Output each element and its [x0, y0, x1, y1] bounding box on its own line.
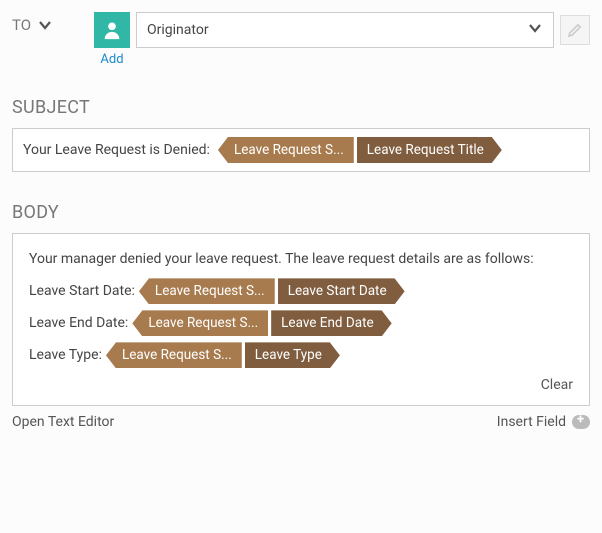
subject-input[interactable]: Your Leave Request is Denied: Leave Requ… — [12, 128, 590, 172]
open-text-editor-link[interactable]: Open Text Editor — [12, 414, 114, 430]
field-tag-lead[interactable]: Leave Request S... — [132, 310, 268, 336]
subject-label: SUBJECT — [12, 97, 590, 118]
body-line-label: Leave Start Date: — [29, 280, 135, 302]
to-select-box[interactable]: Originator — [136, 12, 554, 48]
field-tag-tail[interactable]: Leave End Date — [271, 310, 392, 336]
insert-field-link[interactable]: Insert Field — [497, 414, 590, 430]
chevron-down-icon[interactable] — [37, 17, 53, 33]
field-tag-tail[interactable]: Leave Start Date — [278, 278, 405, 304]
to-label: TO — [12, 16, 31, 34]
body-line: Leave Start Date: Leave Request S... Lea… — [29, 278, 573, 304]
body-line: Leave Type: Leave Request S... Leave Typ… — [29, 342, 573, 368]
body-line-label: Leave Type: — [29, 344, 102, 366]
to-section: TO Add Originator — [12, 12, 590, 67]
subject-section: SUBJECT Your Leave Request is Denied: Le… — [12, 97, 590, 172]
field-tag-lead[interactable]: Leave Request S... — [139, 278, 275, 304]
field-tag-tail[interactable]: Leave Type — [245, 342, 340, 368]
insert-field-icon — [572, 415, 590, 429]
footer-row: Open Text Editor Insert Field — [12, 414, 590, 430]
field-tag-lead[interactable]: Leave Request S... — [106, 342, 242, 368]
body-intro: Your manager denied your leave request. … — [29, 248, 573, 270]
to-label-area: TO — [12, 12, 84, 34]
edit-button[interactable] — [560, 15, 590, 45]
field-tag-tail[interactable]: Leave Request Title — [357, 137, 502, 163]
to-select: Add Originator — [94, 12, 590, 67]
field-tag-lead[interactable]: Leave Request S... — [218, 137, 354, 163]
avatar-block: Add — [94, 12, 130, 67]
clear-link[interactable]: Clear — [29, 374, 573, 396]
body-editor[interactable]: Your manager denied your leave request. … — [12, 233, 590, 406]
body-label: BODY — [12, 202, 590, 223]
subject-prefix: Your Leave Request is Denied: — [23, 142, 210, 158]
body-line-label: Leave End Date: — [29, 312, 128, 334]
add-link[interactable]: Add — [100, 52, 123, 67]
body-section: BODY Your manager denied your leave requ… — [12, 202, 590, 430]
avatar-icon — [94, 12, 130, 48]
body-line: Leave End Date: Leave Request S... Leave… — [29, 310, 573, 336]
to-selected-value: Originator — [147, 22, 209, 38]
chevron-down-icon — [527, 20, 543, 40]
